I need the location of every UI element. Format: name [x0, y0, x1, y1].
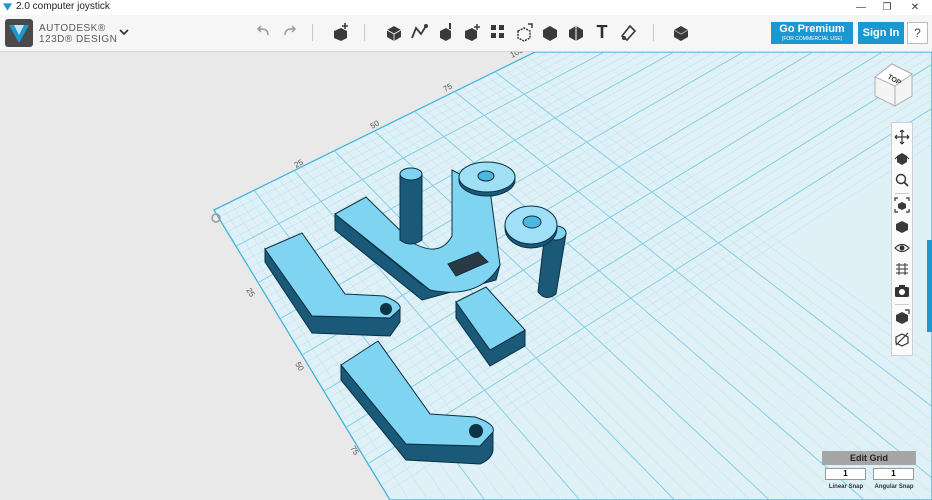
window-titlebar: 2.0 computer joystick — ❐ ✕ [0, 0, 932, 15]
brand-autodesk: AUTODESK® [39, 23, 106, 34]
toolbar-separator [364, 24, 365, 41]
app-logo-icon [3, 3, 12, 11]
3d-viewport[interactable]: 25 50 75 100 25 50 75 TOP [0, 52, 932, 500]
model-washer-top[interactable] [458, 161, 516, 197]
snap-icon[interactable] [618, 22, 638, 42]
minimize-button[interactable]: — [848, 0, 874, 15]
nav-separator [895, 304, 909, 305]
primitives-icon[interactable] [384, 22, 404, 42]
close-button[interactable]: ✕ [902, 0, 928, 15]
model-cylinder-left[interactable] [399, 167, 423, 245]
camera-icon[interactable] [894, 283, 910, 299]
side-panel-tab[interactable] [927, 240, 932, 332]
toolbar-separator [312, 24, 313, 41]
text-tool-button[interactable]: T [592, 22, 612, 42]
zoom-icon[interactable] [894, 172, 910, 188]
material-view-icon[interactable] [894, 309, 910, 325]
go-premium-label: Go Premium [779, 23, 845, 35]
go-premium-sublabel: (FOR COMMERCIAL USE) [781, 36, 843, 42]
fit-icon[interactable] [894, 197, 910, 213]
linear-snap-label: Linear Snap [828, 484, 864, 490]
angular-snap-label: Angular Snap [874, 484, 914, 490]
materials-icon[interactable] [671, 22, 691, 42]
undo-icon[interactable] [254, 22, 274, 42]
view-mode-icon[interactable] [894, 219, 910, 235]
go-premium-button[interactable]: Go Premium (FOR COMMERCIAL USE) [771, 22, 853, 44]
window-title: 2.0 computer joystick [16, 1, 110, 12]
add-primitive-icon[interactable] [331, 22, 351, 42]
pan-icon[interactable] [894, 129, 910, 145]
visibility-icon[interactable] [894, 240, 910, 256]
grouping-icon[interactable] [514, 22, 534, 42]
measure-icon[interactable] [566, 22, 586, 42]
chevron-down-icon[interactable] [118, 25, 130, 39]
maximize-button[interactable]: ❐ [874, 0, 900, 15]
orbit-icon[interactable] [894, 150, 910, 166]
nav-separator [895, 193, 909, 194]
redo-icon[interactable] [279, 22, 299, 42]
help-button[interactable]: ? [907, 22, 928, 44]
brand-123d-design: 123D® DESIGN [39, 34, 118, 45]
edit-grid-button[interactable]: Edit Grid [822, 451, 916, 465]
sketch-icon[interactable] [410, 22, 430, 42]
linear-snap-input[interactable]: 1 [825, 468, 866, 480]
model-washer-bottom[interactable] [504, 205, 558, 249]
outline-view-icon[interactable] [894, 331, 910, 347]
sign-in-button[interactable]: Sign In [858, 22, 904, 44]
123d-logo-icon [5, 19, 33, 47]
navigation-bar [891, 122, 913, 356]
construct-icon[interactable] [436, 22, 456, 42]
grid-toggle-icon[interactable] [894, 261, 910, 277]
modify-icon[interactable] [462, 22, 482, 42]
combine-icon[interactable] [540, 22, 560, 42]
toolbar-separator [653, 24, 654, 41]
main-toolbar: AUTODESK® 123D® DESIGN T Go Premium (FOR… [0, 15, 932, 52]
angular-snap-input[interactable]: 1 [873, 468, 914, 480]
pattern-icon[interactable] [488, 22, 508, 42]
